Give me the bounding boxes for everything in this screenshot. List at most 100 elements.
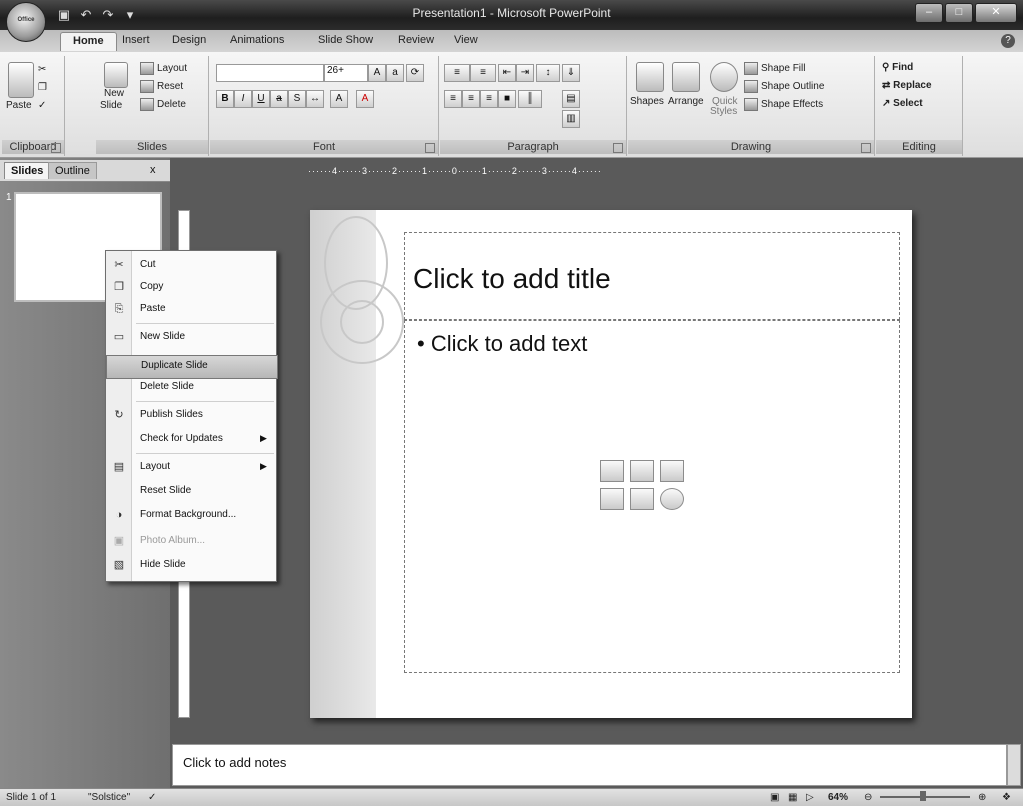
- copy-icon[interactable]: ❐: [38, 82, 47, 93]
- change-case-icon[interactable]: A: [330, 90, 348, 108]
- clipboard-launcher-icon[interactable]: [51, 143, 61, 153]
- arrange-button[interactable]: Arrange: [668, 96, 704, 107]
- increase-indent-icon[interactable]: ⇥: [516, 64, 534, 82]
- office-button[interactable]: Office: [6, 2, 46, 42]
- menu-item-duplicate-slide[interactable]: Duplicate Slide: [106, 355, 278, 379]
- shapes-button[interactable]: Shapes: [630, 96, 664, 107]
- align-text-icon[interactable]: ▤: [562, 90, 580, 108]
- menu-item-reset-slide[interactable]: Reset Slide: [106, 481, 276, 503]
- justify-icon[interactable]: ■: [498, 90, 516, 108]
- menu-item-format-background[interactable]: ◑ Format Background...: [106, 505, 276, 527]
- paragraph-launcher-icon[interactable]: [613, 143, 623, 153]
- line-spacing-icon[interactable]: ↕: [536, 64, 560, 82]
- grow-font-icon[interactable]: A: [368, 64, 386, 82]
- font-color-icon[interactable]: A: [356, 90, 374, 108]
- tab-design[interactable]: Design: [172, 34, 206, 46]
- title-placeholder[interactable]: Click to add title: [404, 232, 900, 320]
- shape-outline-button[interactable]: Shape Outline: [744, 80, 824, 93]
- cut-icon[interactable]: ✂: [38, 64, 46, 75]
- fit-window-icon[interactable]: ❖: [1002, 792, 1011, 803]
- underline-icon[interactable]: U: [252, 90, 270, 108]
- insert-smartart-icon[interactable]: [660, 460, 684, 482]
- shape-fill-button[interactable]: Shape Fill: [744, 62, 805, 75]
- help-icon[interactable]: ?: [1001, 34, 1015, 48]
- notes-scrollbar[interactable]: [1007, 744, 1021, 786]
- close-pane-icon[interactable]: x: [150, 164, 156, 176]
- insert-picture-icon[interactable]: [600, 488, 624, 510]
- quick-styles-icon[interactable]: [710, 62, 738, 92]
- tab-animations[interactable]: Animations: [230, 34, 284, 46]
- font-name-box[interactable]: [216, 64, 324, 82]
- shapes-icon[interactable]: [636, 62, 664, 92]
- tab-view[interactable]: View: [454, 34, 478, 46]
- delete-button[interactable]: Delete: [140, 98, 186, 111]
- tab-slide-show[interactable]: Slide Show: [318, 34, 373, 46]
- tab-review[interactable]: Review: [398, 34, 434, 46]
- shrink-font-icon[interactable]: a: [386, 64, 404, 82]
- arrange-icon[interactable]: [672, 62, 700, 92]
- bold-icon[interactable]: B: [216, 90, 234, 108]
- menu-item-delete-slide[interactable]: Delete Slide: [106, 377, 276, 399]
- maximize-button[interactable]: □: [945, 3, 973, 23]
- normal-view-icon[interactable]: ▣: [770, 792, 779, 803]
- menu-item-copy[interactable]: ❐ Copy: [106, 277, 276, 299]
- align-left-icon[interactable]: ≡: [444, 90, 462, 108]
- insert-clip-art-icon[interactable]: [630, 488, 654, 510]
- strikethrough-icon[interactable]: a: [270, 90, 288, 108]
- new-slide-icon[interactable]: [104, 62, 128, 88]
- align-center-icon[interactable]: ≡: [462, 90, 480, 108]
- bullets-icon[interactable]: ≡: [444, 64, 470, 82]
- paste-button[interactable]: Paste: [6, 100, 32, 111]
- font-size-box[interactable]: 26+: [324, 64, 368, 82]
- shadow-icon[interactable]: S: [288, 90, 306, 108]
- align-right-icon[interactable]: ≡: [480, 90, 498, 108]
- menu-item-hide-slide[interactable]: ▧ Hide Slide: [106, 555, 276, 577]
- horizontal-ruler[interactable]: ······4······3······2······1······0·····…: [308, 166, 908, 180]
- zoom-level[interactable]: 64%: [828, 792, 848, 803]
- smartart-icon[interactable]: ▥: [562, 110, 580, 128]
- find-button[interactable]: ⚲ Find: [882, 62, 913, 73]
- font-launcher-icon[interactable]: [425, 143, 435, 153]
- slide-show-icon[interactable]: ▷: [806, 792, 814, 803]
- select-button[interactable]: ↗ Select: [882, 98, 923, 109]
- shape-effects-button[interactable]: Shape Effects: [744, 98, 823, 111]
- new-slide-button-line2[interactable]: Slide: [100, 100, 122, 111]
- slide-canvas[interactable]: Click to add title • Click to add text: [310, 210, 912, 718]
- menu-item-new-slide[interactable]: ▭ New Slide: [106, 327, 276, 349]
- zoom-slider-handle[interactable]: [920, 791, 926, 801]
- quick-styles-button-line2[interactable]: Styles: [710, 106, 737, 117]
- clear-formatting-icon[interactable]: ⟳: [406, 64, 424, 82]
- slide-sorter-icon[interactable]: ▦: [788, 792, 797, 803]
- drawing-launcher-icon[interactable]: [861, 143, 871, 153]
- insert-table-icon[interactable]: [600, 460, 624, 482]
- paste-icon[interactable]: [8, 62, 34, 98]
- menu-item-cut[interactable]: ✂ Cut: [106, 255, 276, 277]
- italic-icon[interactable]: I: [234, 90, 252, 108]
- menu-item-publish-slides[interactable]: ↻ Publish Slides: [106, 405, 276, 427]
- reset-button[interactable]: Reset: [140, 80, 183, 93]
- numbering-icon[interactable]: ≡: [470, 64, 496, 82]
- spell-check-icon[interactable]: ✓: [148, 792, 156, 803]
- menu-item-paste[interactable]: ⎘ Paste: [106, 299, 276, 321]
- notes-pane[interactable]: Click to add notes: [172, 744, 1007, 786]
- insert-media-icon[interactable]: [660, 488, 684, 510]
- tab-slides[interactable]: Slides: [4, 162, 51, 179]
- tab-home[interactable]: Home: [60, 32, 117, 51]
- close-button[interactable]: ✕: [975, 3, 1017, 23]
- spacing-icon[interactable]: ↔: [306, 90, 324, 108]
- text-direction-icon[interactable]: ⇓: [562, 64, 580, 82]
- menu-item-check-for-updates[interactable]: Check for Updates ▶: [106, 429, 276, 451]
- columns-icon[interactable]: ║: [518, 90, 542, 108]
- menu-item-layout[interactable]: ▤ Layout ▶: [106, 457, 276, 479]
- insert-chart-icon[interactable]: [630, 460, 654, 482]
- zoom-out-icon[interactable]: ⊖: [864, 792, 872, 803]
- replace-button[interactable]: ⇄ Replace: [882, 80, 932, 91]
- zoom-in-icon[interactable]: ⊕: [978, 792, 986, 803]
- minimize-button[interactable]: –: [915, 3, 943, 23]
- tab-outline[interactable]: Outline: [48, 162, 97, 179]
- tab-insert[interactable]: Insert: [122, 34, 150, 46]
- format-painter-icon[interactable]: ✓: [38, 100, 46, 111]
- decrease-indent-icon[interactable]: ⇤: [498, 64, 516, 82]
- new-slide-button-line1[interactable]: New: [104, 88, 124, 99]
- layout-button[interactable]: Layout: [140, 62, 187, 75]
